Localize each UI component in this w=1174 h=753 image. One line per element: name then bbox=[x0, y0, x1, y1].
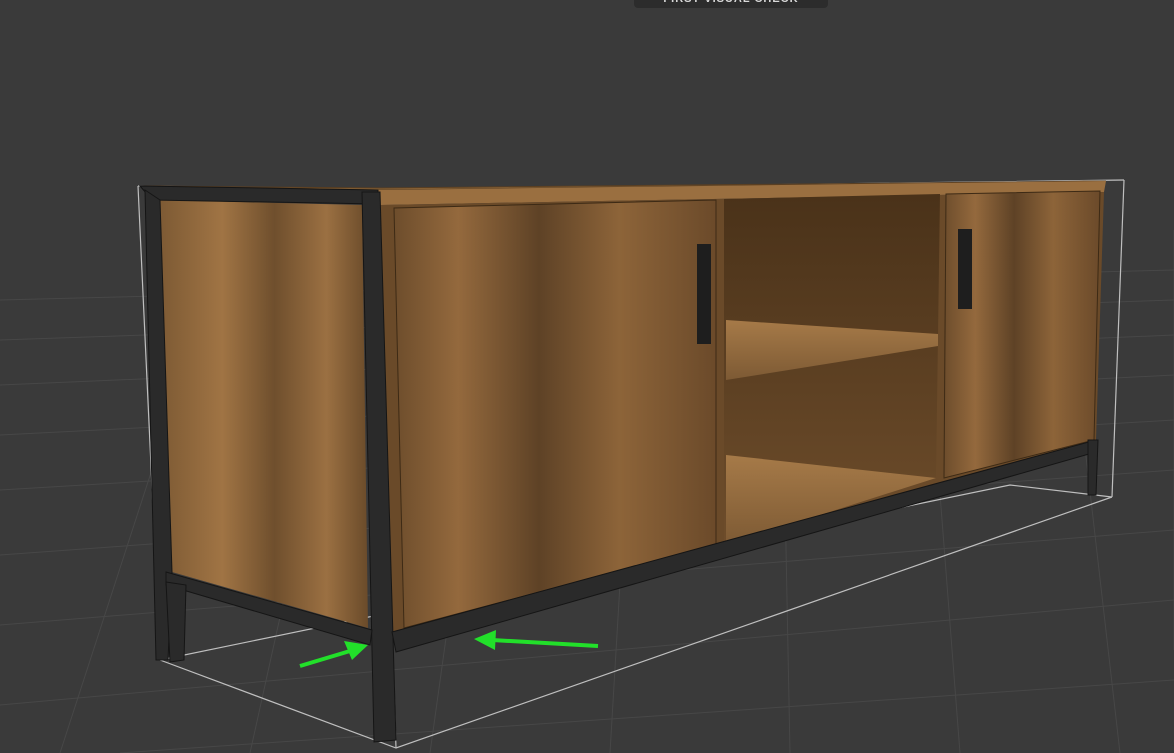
3d-viewport[interactable]: FIRST VISUAL CHECK bbox=[0, 0, 1174, 753]
cabinet-side-panel bbox=[160, 200, 368, 628]
arrow-left bbox=[299, 641, 368, 668]
arrow-right bbox=[474, 630, 599, 650]
viewport-canvas bbox=[0, 179, 1174, 753]
left-door-handle[interactable] bbox=[697, 244, 711, 344]
right-door-handle[interactable] bbox=[958, 229, 972, 309]
top-badge: FIRST VISUAL CHECK bbox=[634, 0, 828, 8]
